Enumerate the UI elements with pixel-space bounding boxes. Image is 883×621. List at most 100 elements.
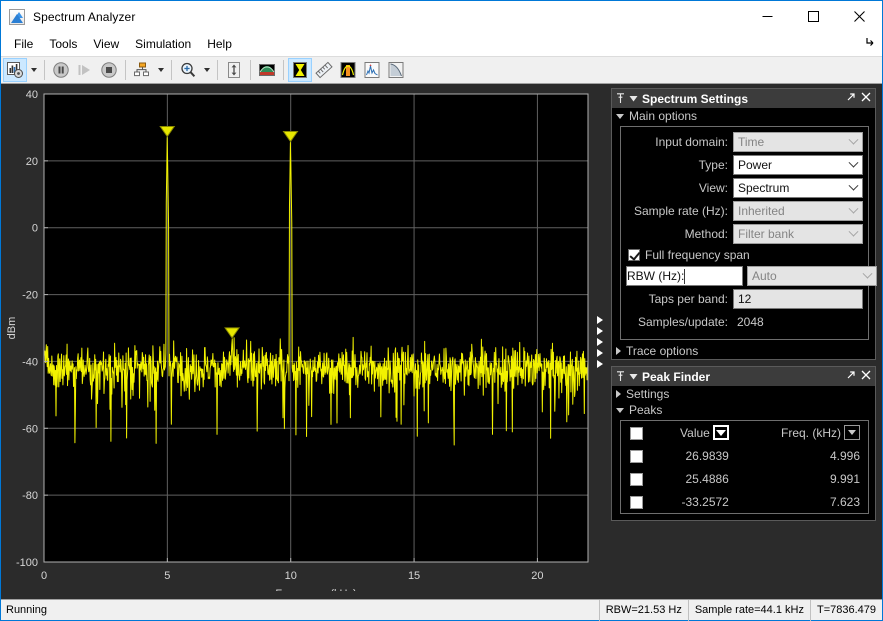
type-combo[interactable]: Power	[733, 155, 863, 175]
triangle-down-icon	[616, 114, 624, 119]
value-column-label: Value	[680, 426, 710, 440]
input-domain-label: Input domain:	[626, 135, 733, 149]
dock-splitter[interactable]	[589, 84, 611, 599]
main-options-section[interactable]: Main options	[612, 108, 875, 124]
zoom-button[interactable]	[176, 58, 200, 82]
pause-button[interactable]	[49, 58, 73, 82]
select-all-checkbox[interactable]	[630, 427, 643, 440]
chevron-down-icon	[845, 202, 862, 220]
style-button[interactable]	[255, 58, 279, 82]
table-row[interactable]: 26.9839 4.996	[621, 444, 868, 467]
rbw-value-combo[interactable]: Auto	[747, 266, 877, 286]
menu-overflow-icon[interactable]	[864, 36, 876, 51]
toolbar-separator	[44, 60, 45, 80]
svg-text:5: 5	[164, 570, 170, 582]
step-forward-button[interactable]	[73, 58, 97, 82]
freq-column-label: Freq. (kHz)	[781, 426, 841, 440]
title-bar: Spectrum Analyzer	[1, 1, 882, 32]
rbw-selector-value: RBW (Hz):	[627, 269, 684, 283]
view-row: View: Spectrum	[626, 177, 863, 199]
svg-text:10: 10	[285, 570, 297, 582]
table-row[interactable]: -33.2572 7.623	[621, 490, 868, 513]
collapse-triangle-icon[interactable]	[629, 372, 638, 381]
value-sort-icon[interactable]	[713, 425, 729, 440]
input-domain-combo[interactable]: Time	[733, 132, 863, 152]
freq-sort-icon[interactable]	[844, 425, 860, 440]
status-state: Running	[1, 604, 599, 616]
configuration-dropdown-icon[interactable]	[27, 58, 40, 82]
pin-icon[interactable]	[616, 371, 625, 382]
maximize-button[interactable]	[790, 1, 836, 32]
zoom-dropdown-icon[interactable]	[200, 58, 213, 82]
triangle-right-icon	[616, 347, 621, 355]
row-select-cell[interactable]	[621, 467, 651, 490]
method-value: Filter bank	[734, 227, 845, 241]
menu-bar: File Tools View Simulation Help	[1, 32, 882, 56]
scale-axes-limits-button[interactable]	[222, 58, 246, 82]
svg-text:40: 40	[26, 89, 38, 101]
spectrum-settings-button[interactable]	[288, 58, 312, 82]
full-frequency-span-row[interactable]: Full frequency span	[626, 246, 863, 265]
highlight-signal-dropdown-icon[interactable]	[154, 58, 167, 82]
row-checkbox[interactable]	[630, 450, 643, 463]
peak-settings-label: Settings	[626, 387, 669, 401]
rbw-selector-combo[interactable]: RBW (Hz):	[626, 266, 743, 286]
toolbar-separator	[171, 60, 172, 80]
peaks-table: Value Freq. (kHz)	[621, 421, 868, 513]
full-frequency-span-checkbox[interactable]	[628, 249, 640, 261]
taps-per-band-input[interactable]: 12	[733, 289, 863, 309]
peak-finder-button[interactable]	[360, 58, 384, 82]
menu-tools[interactable]: Tools	[41, 34, 85, 54]
menu-help[interactable]: Help	[199, 34, 240, 54]
select-all-cell[interactable]	[621, 421, 651, 444]
menu-file[interactable]: File	[6, 34, 41, 54]
status-bar: Running RBW=21.53 Hz Sample rate=44.1 kH…	[1, 599, 882, 620]
peaks-section[interactable]: Peaks	[612, 402, 875, 418]
value-column-header[interactable]: Value	[651, 421, 735, 444]
peak-freq: 9.991	[735, 467, 868, 490]
table-row[interactable]: 25.4886 9.991	[621, 467, 868, 490]
undock-arrow-icon[interactable]	[846, 370, 856, 383]
measurements-button[interactable]	[312, 58, 336, 82]
peak-settings-section[interactable]: Settings	[612, 386, 875, 402]
sample-rate-combo[interactable]: Inherited	[733, 201, 863, 221]
sample-rate-row: Sample rate (Hz): Inherited	[626, 200, 863, 222]
close-icon[interactable]	[861, 92, 871, 105]
close-icon[interactable]	[861, 370, 871, 383]
row-checkbox[interactable]	[630, 473, 643, 486]
undock-arrow-icon[interactable]	[846, 92, 856, 105]
view-combo[interactable]: Spectrum	[733, 178, 863, 198]
minimize-button[interactable]	[744, 1, 790, 32]
stop-button[interactable]	[97, 58, 121, 82]
menu-view[interactable]: View	[85, 34, 127, 54]
svg-text:-20: -20	[22, 290, 38, 302]
status-rbw: RBW=21.53 Hz	[599, 600, 688, 621]
highlight-signal-button[interactable]	[130, 58, 154, 82]
sample-rate-value: Inherited	[734, 204, 845, 218]
close-button[interactable]	[836, 1, 882, 32]
trace-options-section[interactable]: Trace options	[612, 343, 875, 359]
taps-per-band-row: Taps per band: 12	[626, 288, 863, 310]
channel-measurements-button[interactable]	[336, 58, 360, 82]
rbw-value: Auto	[748, 269, 859, 283]
trace-options-label: Trace options	[626, 344, 698, 358]
peak-freq: 4.996	[735, 444, 868, 467]
pin-icon[interactable]	[616, 93, 625, 104]
distortion-measurements-button[interactable]	[384, 58, 408, 82]
peak-value: -33.2572	[651, 490, 735, 513]
configuration-button[interactable]	[3, 58, 27, 82]
collapse-triangle-icon[interactable]	[629, 94, 638, 103]
row-select-cell[interactable]	[621, 490, 651, 513]
row-checkbox[interactable]	[630, 496, 643, 509]
freq-column-header[interactable]: Freq. (kHz)	[735, 421, 868, 444]
spectrum-plot[interactable]: 40200-20-40-60-80-10005101520Frequency (…	[1, 84, 589, 599]
status-sample-rate: Sample rate=44.1 kHz	[688, 600, 810, 621]
method-combo[interactable]: Filter bank	[733, 224, 863, 244]
row-select-cell[interactable]	[621, 444, 651, 467]
chevron-down-icon	[845, 179, 862, 197]
svg-text:15: 15	[408, 570, 420, 582]
chevron-down-icon	[845, 225, 862, 243]
type-label: Type:	[626, 158, 733, 172]
chevron-down-icon	[859, 267, 876, 285]
menu-simulation[interactable]: Simulation	[127, 34, 199, 54]
